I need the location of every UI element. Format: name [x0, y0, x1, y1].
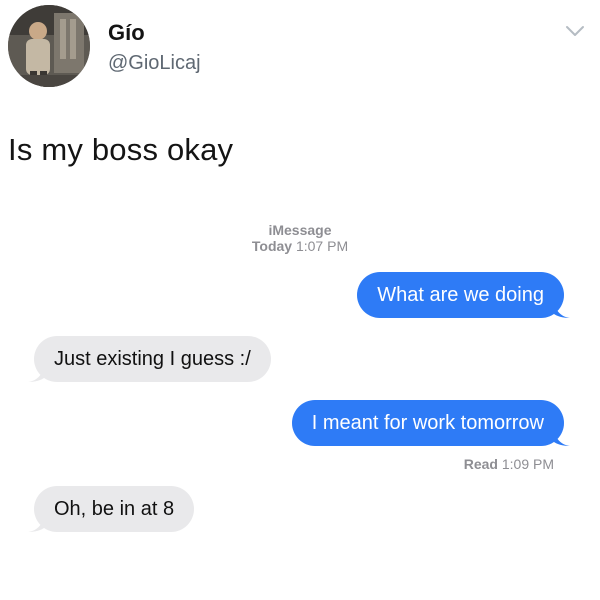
message-text: Just existing I guess :/: [54, 348, 251, 370]
message-text: Oh, be in at 8: [54, 498, 175, 520]
bubble-tail-icon: [554, 430, 570, 446]
read-receipt-label: Read: [463, 456, 498, 472]
read-receipt-time: 1:09 PM: [501, 456, 554, 472]
imessage-time: 1:07 PM: [295, 238, 349, 254]
tweet-text: Is my boss okay: [8, 132, 234, 167]
message-bubble-sent[interactable]: I meant for work tomorrow: [291, 400, 570, 446]
display-name[interactable]: Gío: [108, 20, 145, 46]
bubble-tail-icon: [554, 302, 570, 318]
bubble-tail-icon: [28, 516, 44, 532]
avatar[interactable]: [8, 5, 90, 87]
imessage-day-label: Today: [251, 238, 293, 254]
message-text: What are we doing: [377, 284, 544, 306]
message-bubble-sent[interactable]: What are we doing: [357, 272, 570, 318]
bubble-tail-icon: [28, 366, 44, 382]
imessage-service-label: iMessage: [268, 222, 332, 238]
imessage-timestamp: Today 1:07 PM: [0, 238, 600, 254]
message-text: I meant for work tomorrow: [311, 412, 544, 434]
message-bubble-received[interactable]: Just existing I guess :/: [28, 336, 271, 382]
chevron-down-icon[interactable]: [564, 24, 586, 38]
user-handle[interactable]: @GioLicaj: [108, 52, 201, 75]
message-bubble-received[interactable]: Oh, be in at 8: [28, 486, 195, 532]
avatar-photo-icon: [8, 5, 90, 87]
read-receipt: Read 1:09 PM: [464, 456, 554, 472]
